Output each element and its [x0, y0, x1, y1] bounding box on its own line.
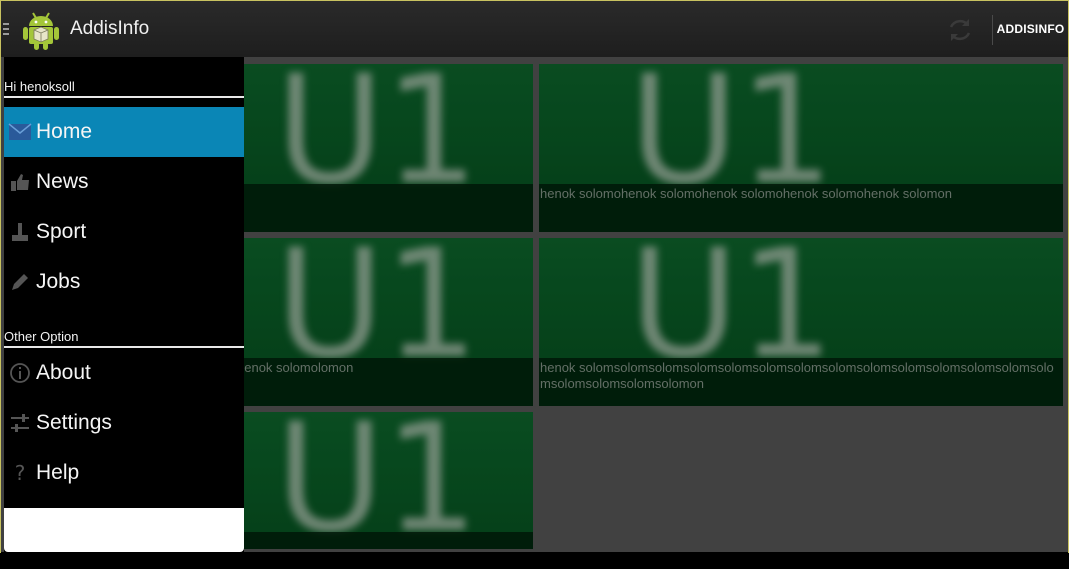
card-image: U1 [236, 412, 533, 532]
drawer-toggle-icon[interactable] [3, 23, 9, 37]
addisinfo-action-button[interactable]: ADDISINFO [993, 1, 1068, 57]
drawer-item-label: Home [36, 120, 93, 143]
drawer-item-label: Settings [36, 411, 112, 434]
news-card[interactable]: U1 henok solomsolomsolomsolomsolomsoloms… [539, 238, 1063, 406]
question-icon: ? [14, 461, 26, 485]
user-greeting: Hi henoksoll [4, 79, 75, 94]
card-image: U1 [539, 238, 1063, 358]
app-title: AddisInfo [70, 18, 150, 39]
drawer-item-help[interactable]: ? Help [4, 448, 244, 498]
drawer-item-sport[interactable]: Sport [4, 207, 244, 257]
refresh-icon[interactable] [946, 16, 974, 44]
navigation-drawer: Hi henoksoll Home News Sport Jobs Other … [4, 57, 244, 552]
svg-text:U1: U1 [629, 238, 834, 358]
news-card[interactable]: U1 [236, 64, 533, 232]
svg-text:U1: U1 [276, 238, 479, 358]
joystick-icon [4, 219, 36, 245]
card-caption: henok solomohenok solomohenok solomoheno… [539, 184, 1063, 232]
news-card[interactable]: U1 henok solomolomon [236, 238, 533, 406]
drawer-footer-panel [4, 508, 244, 552]
action-bar: AddisInfo ADDISINFO [1, 1, 1068, 58]
card-caption: henok solomsolomsolomsolomsolomsolomsolo… [539, 358, 1063, 406]
card-image: U1 [236, 238, 533, 358]
section-divider [4, 96, 244, 98]
svg-text:U1: U1 [276, 412, 479, 532]
drawer-item-label: About [36, 361, 91, 384]
drawer-item-about[interactable]: About [4, 348, 244, 398]
drawer-item-label: Jobs [36, 270, 81, 293]
news-card[interactable]: U1 [236, 412, 533, 549]
thumbs-up-icon [4, 169, 36, 195]
svg-text:U1: U1 [276, 64, 479, 184]
card-image: U1 [236, 64, 533, 184]
card-image: U1 [539, 64, 1063, 184]
mail-icon [4, 119, 36, 145]
news-card[interactable]: U1 henok solomohenok solomohenok solomoh… [539, 64, 1063, 232]
drawer-item-news[interactable]: News [4, 157, 244, 207]
card-caption: henok solomolomon [236, 358, 533, 406]
system-navigation-bar [0, 553, 1069, 569]
drawer-item-home[interactable]: Home [4, 107, 244, 157]
sliders-icon [4, 410, 36, 436]
drawer-item-label: News [36, 170, 89, 193]
drawer-item-label: Help [36, 461, 80, 484]
drawer-item-jobs[interactable]: Jobs [4, 257, 244, 307]
pencil-icon [4, 269, 36, 295]
drawer-item-label: Sport [36, 220, 87, 243]
info-icon [4, 360, 36, 386]
svg-text:U1: U1 [629, 64, 834, 184]
android-logo-icon[interactable] [21, 9, 61, 51]
other-options-header: Other Option [4, 329, 79, 344]
drawer-item-settings[interactable]: Settings [4, 398, 244, 448]
card-caption [236, 184, 533, 232]
card-caption [236, 532, 533, 549]
